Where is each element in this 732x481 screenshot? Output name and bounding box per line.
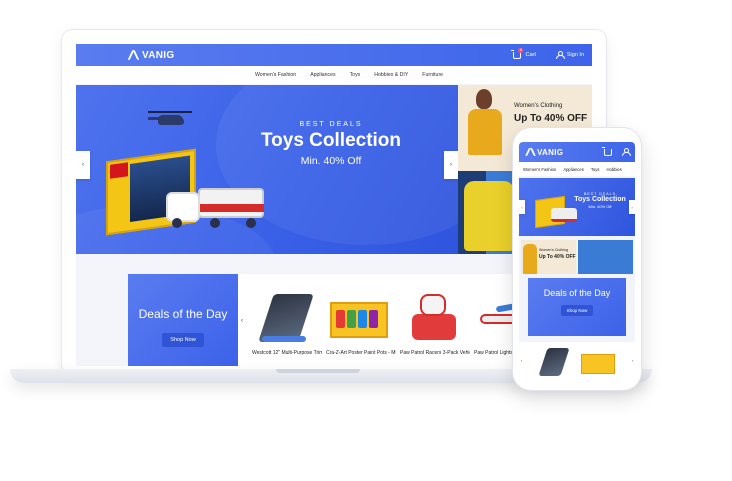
product-name: Cra-Z-Art Poster Paint Pots - Multi-Pack — [326, 350, 396, 356]
mobile-cart-icon[interactable] — [602, 146, 612, 156]
mobile-category-nav: Women's Fashion Appliances Toys Hobbies — [519, 162, 635, 176]
hero-kicker: BEST DEALS — [299, 121, 363, 128]
laptop-notch — [276, 369, 360, 373]
hero-subtitle: Min. 40% Off — [300, 155, 362, 167]
hero-title: Toys Collection — [260, 130, 402, 151]
mobile-deals-panel: Deals of the Day Shop Now — [528, 278, 626, 336]
mobile-user-icon[interactable] — [622, 148, 631, 156]
hero-prev-arrow-icon[interactable]: ‹ — [76, 151, 90, 179]
product-name: Westcott 12" Multi-Purpose Trimmer — [252, 350, 322, 356]
cart-count-badge: 0 — [518, 47, 524, 53]
brand-logo[interactable]: VANIG — [128, 50, 174, 61]
shop-now-button[interactable]: Shop Now — [162, 333, 204, 347]
product-card[interactable]: Paw Patrol Racers 3-Pack Vehicle Set — [398, 280, 470, 366]
mobile-nav-item-toys[interactable]: Toys — [591, 167, 600, 172]
nav-item-womens-fashion[interactable]: Women's Fashion — [255, 72, 296, 78]
user-icon — [555, 51, 565, 59]
mobile-model-image — [523, 244, 537, 274]
cart-icon — [511, 49, 522, 59]
mobile-truck-image — [551, 208, 577, 222]
cart-link[interactable]: 0 Cart — [511, 47, 536, 59]
signin-link[interactable]: Sign In — [555, 51, 584, 59]
product-card[interactable]: Cra-Z-Art Poster Paint Pots - Multi-Pack — [324, 280, 396, 366]
phone-screen: VANIG Women's Fashion Appliances Toys Ho… — [519, 142, 635, 382]
mobile-hero-title: Toys Collection — [574, 196, 626, 203]
paint-pots-image — [326, 288, 390, 344]
model-image — [462, 85, 508, 171]
mobile-hero-subtitle: Min. 40% Off — [588, 204, 612, 209]
nav-item-toys[interactable]: Toys — [350, 72, 361, 78]
truck-toy-image — [166, 180, 266, 230]
products-prev-arrow-icon[interactable]: ‹ — [238, 312, 246, 330]
mobile-promo-womens-clothing[interactable]: Women's Clothing Up To 40% OFF — [521, 240, 576, 274]
promo-line1: Women's Clothing — [514, 103, 563, 109]
deals-of-the-day-panel: Deals of the Day Shop Now — [128, 274, 238, 366]
deals-title: Deals of the Day — [138, 307, 228, 321]
product-name: Paw Patrol Racers 3-Pack Vehicle Set — [400, 350, 470, 356]
trimmer-image — [252, 288, 316, 344]
mobile-hero-prev-arrow-icon[interactable]: ‹ — [519, 200, 525, 214]
mobile-trimmer-image[interactable] — [538, 348, 570, 376]
cart-label: Cart — [525, 52, 536, 58]
mobile-promo-line2: Up To 40% OFF — [539, 254, 576, 260]
logo-icon — [525, 148, 534, 156]
product-card[interactable]: Westcott 12" Multi-Purpose Trimmer — [250, 280, 322, 366]
mobile-products-prev-arrow-icon[interactable]: ‹ — [519, 354, 524, 366]
shirt-image — [464, 181, 514, 251]
mockup-stage: VANIG 0 Cart Sign In Women's Fashion App… — [0, 0, 732, 481]
mobile-shop-now-button[interactable]: Shop Now — [560, 305, 594, 316]
nav-item-appliances[interactable]: Appliances — [310, 72, 335, 78]
promo-line2: Up To 40% OFF — [514, 113, 588, 124]
category-nav: Women's Fashion Appliances Toys Hobbies … — [76, 66, 592, 84]
brand-name: VANIG — [142, 49, 175, 61]
nav-item-hobbies[interactable]: Hobbies & DIY — [374, 72, 408, 78]
mobile-header: VANIG — [519, 142, 635, 162]
mobile-paint-pots-image[interactable] — [581, 354, 615, 374]
mobile-nav-item-hobbies[interactable]: Hobbies — [606, 167, 621, 172]
mobile-products-next-arrow-icon[interactable]: › — [630, 354, 635, 366]
mobile-hero-next-arrow-icon[interactable]: › — [629, 200, 635, 214]
signin-label: Sign In — [566, 52, 584, 58]
logo-icon — [128, 50, 139, 60]
hero-text: BEST DEALS Toys Collection Min. 40% Off — [246, 121, 416, 167]
mobile-deals-title: Deals of the Day — [543, 288, 611, 298]
mobile-brand-name: VANIG — [537, 147, 564, 157]
mobile-promo-secondary[interactable] — [578, 240, 633, 274]
nav-item-furniture[interactable]: Furniture — [422, 72, 443, 78]
mobile-promo-line1: Women's Clothing — [539, 248, 568, 252]
mobile-nav-item-womens-fashion[interactable]: Women's Fashion — [523, 167, 556, 172]
mobile-brand-logo[interactable]: VANIG — [525, 148, 563, 157]
helicopter-toy-image — [148, 111, 192, 127]
mobile-nav-item-appliances[interactable]: Appliances — [563, 167, 584, 172]
paw-patrol-racer-image — [400, 288, 464, 344]
hero-next-arrow-icon[interactable]: › — [444, 151, 458, 179]
site-header: VANIG 0 Cart Sign In — [76, 44, 592, 66]
phone-frame: VANIG Women's Fashion Appliances Toys Ho… — [513, 128, 641, 390]
mobile-hero-banner[interactable]: ‹ BEST DEALS Toys Collection Min. 40% Of… — [519, 178, 635, 236]
mobile-product-carousel: ‹ › — [519, 342, 635, 382]
hero-banner[interactable]: ‹ BEST DEALS Toys Collection Min. 40% Of… — [76, 85, 458, 254]
